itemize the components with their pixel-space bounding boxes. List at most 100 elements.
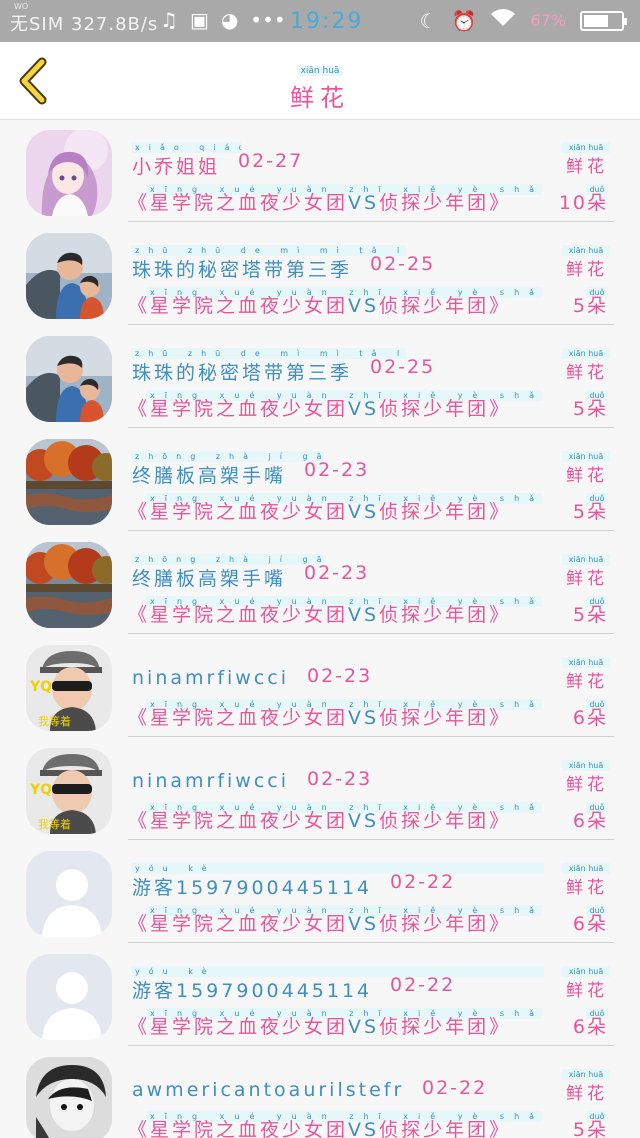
- book-title-part: 《星学院之血夜少女团: [128, 1016, 349, 1038]
- book-title-part: 《星学院之血夜少女团: [128, 192, 349, 214]
- flower-label: 鲜花: [566, 569, 608, 589]
- book-title-part: 侦探少年团》: [379, 707, 512, 729]
- list-item-content: ninamrfiwcci 02-23 xiān huā 鲜花 xīng xué yuàn…: [128, 754, 614, 840]
- book-title-part: 《星学院之血夜少女团: [128, 398, 349, 420]
- bag-icon: ▣: [189, 8, 209, 32]
- user-name: ninamrfiwcci: [132, 667, 290, 689]
- avatar[interactable]: YQ 我等着: [26, 748, 112, 834]
- flower-count: 10朵: [558, 192, 608, 214]
- avatar[interactable]: [26, 439, 112, 525]
- book-title: 《星学院之血夜少女团VS侦探少年团》: [128, 806, 511, 833]
- book-title-vs: VS: [348, 295, 380, 317]
- avatar[interactable]: [26, 954, 112, 1040]
- status-bar: WO 无SIM 327.8B/s ♫ ▣ ◕ ••• 19:29 ☾ ⏰ 67%: [0, 0, 640, 42]
- user-name: 游客1597900445114: [132, 877, 373, 899]
- gift-date: 02-27: [238, 150, 304, 172]
- book-title-part: 《星学院之血夜少女团: [128, 295, 349, 317]
- battery-percent: 67%: [530, 11, 566, 30]
- list-item-content: zhōng zhà jí gāo jǔ shǒu rú终膳板高槊手嘴02-23x…: [128, 445, 614, 531]
- list-item-content: zhū zhū de mì mì tǎ luò dì sān jì珠珠的秘密塔带…: [128, 342, 614, 428]
- avatar[interactable]: [26, 851, 112, 937]
- flower-count: 6朵: [572, 810, 608, 832]
- avatar[interactable]: [26, 1057, 112, 1138]
- user-name: 珠珠的秘密塔带第三季: [132, 362, 353, 384]
- list-item-content: xiǎo qiáo jiě jiě小乔姐姐02-27xiān huā鲜花xīng…: [128, 136, 614, 222]
- book-title-vs: VS: [348, 501, 380, 523]
- book-title-part: 《星学院之血夜少女团: [128, 501, 349, 523]
- book-title-part: 《星学院之血夜少女团: [128, 810, 349, 832]
- gift-date: 02-22: [390, 974, 456, 996]
- title-pinyin: xiān huā: [297, 66, 343, 76]
- svg-text:我等着: 我等着: [38, 714, 71, 728]
- book-title-part: 侦探少年团》: [379, 1016, 512, 1038]
- flower-count: 5朵: [572, 295, 608, 317]
- book-title-part: 侦探少年团》: [379, 295, 512, 317]
- book-title-vs: VS: [348, 192, 380, 214]
- book-title-part: 侦探少年团》: [379, 604, 512, 626]
- list-item[interactable]: YQ 我等着 ninamrfiwcci 02-23 xiān huā 鲜花 xīng xué…: [0, 635, 640, 738]
- avatar[interactable]: [26, 233, 112, 319]
- list-item-content: yóu kè 游客1597900445114 02-22 xiān huā 鲜花 xīng…: [128, 857, 614, 943]
- list-item[interactable]: xiǎo qiáo jiě jiě小乔姐姐02-27xiān huā鲜花xīng…: [0, 120, 640, 223]
- gift-date: 02-25: [370, 253, 436, 275]
- flower-count: 6朵: [572, 913, 608, 935]
- book-title-vs: VS: [348, 1119, 380, 1138]
- user-name: 终膳板高槊手嘴: [132, 465, 287, 487]
- list-item[interactable]: zhōng zhà jí gāo jǔ shǒu rú终膳板高槊手嘴02-23x…: [0, 429, 640, 532]
- list-item[interactable]: YQ 我等着 ninamrfiwcci 02-23 xiān huā 鲜花 xīng xué…: [0, 738, 640, 841]
- svg-text:YQ: YQ: [29, 679, 52, 695]
- list-item[interactable]: yóu kè 游客1597900445114 02-22 xiān huā 鲜花 xīng…: [0, 841, 640, 944]
- user-name: awmericantoaurilstefr: [132, 1079, 405, 1101]
- flower-count: 6朵: [572, 1016, 608, 1038]
- avatar[interactable]: [26, 336, 112, 422]
- book-title-part: 《星学院之血夜少女团: [128, 913, 349, 935]
- book-title-vs: VS: [348, 913, 380, 935]
- flower-label: 鲜花: [566, 672, 608, 692]
- user-name: 小乔姐姐: [132, 156, 221, 178]
- gift-date: 02-23: [304, 562, 370, 584]
- list-item-content: ninamrfiwcci 02-23 xiān huā 鲜花 xīng xué yuàn…: [128, 651, 614, 737]
- list-item[interactable]: yóu kè 游客1597900445114 02-22 xiān huā 鲜花 xīng…: [0, 944, 640, 1047]
- wifi-icon: [490, 8, 516, 33]
- list-item[interactable]: zhōng zhà jí gāo jǔ shǒu rú终膳板高槊手嘴02-23x…: [0, 532, 640, 635]
- page-title-wrap: xiān huā 鲜花: [0, 58, 640, 113]
- gift-date: 02-25: [370, 356, 436, 378]
- carrier-speed: 无SIM 327.8B/s: [10, 14, 159, 35]
- clock: 19:29: [290, 9, 364, 34]
- flower-count: 6朵: [572, 707, 608, 729]
- flower-label: 鲜花: [566, 466, 608, 486]
- flower-count: 5朵: [572, 604, 608, 626]
- flower-label: 鲜花: [566, 363, 608, 383]
- avatar[interactable]: YQ 我等着: [26, 645, 112, 731]
- list-item[interactable]: awmericantoaurilstefr 02-22 xiān huā 鲜花 xīng…: [0, 1047, 640, 1138]
- book-title-part: 侦探少年团》: [379, 192, 512, 214]
- book-title-vs: VS: [348, 707, 380, 729]
- book-title-part: 侦探少年团》: [379, 1119, 512, 1138]
- alarm-icon: ⏰: [451, 8, 477, 33]
- avatar[interactable]: [26, 542, 112, 628]
- list-item[interactable]: zhū zhū de mì mì tǎ luò dì sān jì珠珠的秘密塔带…: [0, 326, 640, 429]
- flower-count: 5朵: [572, 398, 608, 420]
- more-dots-icon: •••: [250, 8, 286, 32]
- book-title-vs: VS: [348, 398, 380, 420]
- book-title-vs: VS: [348, 604, 380, 626]
- book-title-vs: VS: [348, 1016, 380, 1038]
- svg-text:YQ: YQ: [29, 782, 52, 798]
- book-title-part: 《星学院之血夜少女团: [128, 604, 349, 626]
- flower-label: 鲜花: [566, 260, 608, 280]
- svg-text:我等着: 我等着: [38, 817, 71, 831]
- book-title: 《星学院之血夜少女团VS侦探少年团》: [128, 188, 511, 215]
- gift-date: 02-23: [307, 768, 373, 790]
- book-title-part: 《星学院之血夜少女团: [128, 1119, 349, 1138]
- avatar[interactable]: [26, 130, 112, 216]
- list-item-content: awmericantoaurilstefr 02-22 xiān huā 鲜花 xīng…: [128, 1063, 614, 1138]
- list-item[interactable]: zhū zhū de mì mì tǎ luò dì sān jì珠珠的秘密塔带…: [0, 223, 640, 326]
- palette-icon: ◕: [220, 8, 239, 32]
- book-title-part: 侦探少年团》: [379, 398, 512, 420]
- list-item-content: yóu kè 游客1597900445114 02-22 xiān huā 鲜花 xīng…: [128, 960, 614, 1046]
- flower-count: 5朵: [572, 1119, 608, 1138]
- list-item-content: zhōng zhà jí gāo jǔ shǒu rú终膳板高槊手嘴02-23x…: [128, 548, 614, 634]
- gift-date: 02-23: [304, 459, 370, 481]
- gift-date: 02-22: [422, 1077, 488, 1099]
- user-name: 珠珠的秘密塔带第三季: [132, 259, 353, 281]
